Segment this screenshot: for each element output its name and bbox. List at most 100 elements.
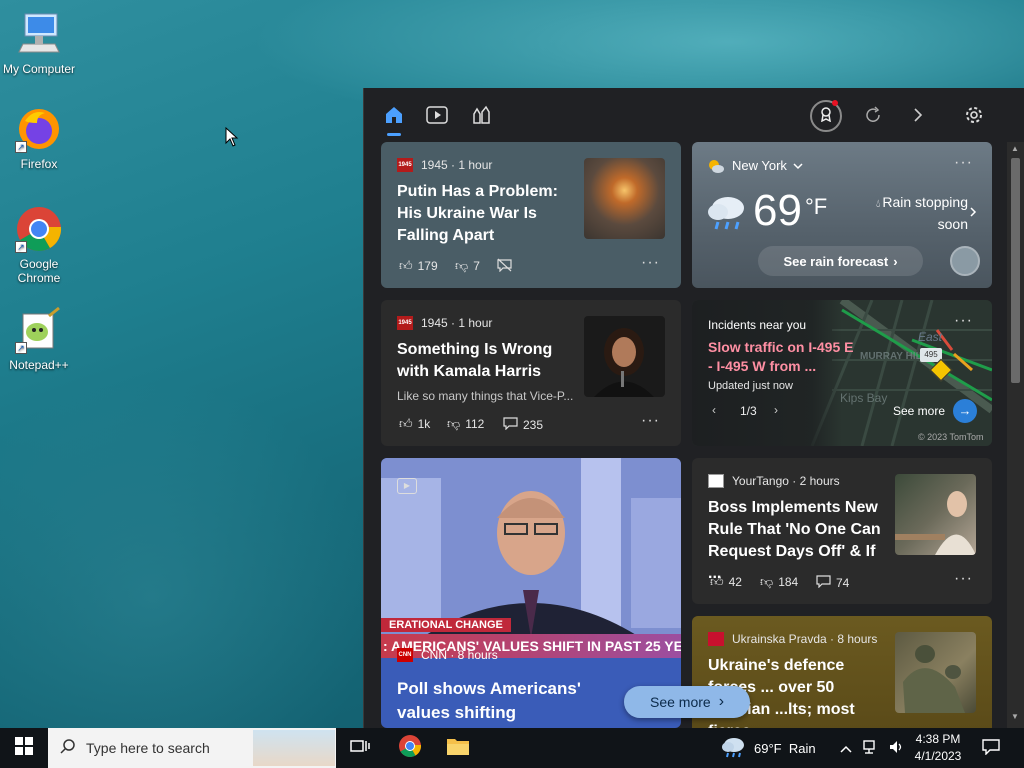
traffic-updated: Updated just now bbox=[708, 380, 793, 392]
refresh-icon bbox=[864, 105, 882, 129]
notifications-button[interactable] bbox=[982, 728, 1000, 768]
scrollbar-thumb[interactable] bbox=[1011, 158, 1020, 383]
like-button[interactable]: 👍︎ 42 bbox=[710, 574, 742, 590]
dislike-button[interactable]: 👎︎ 184 bbox=[760, 574, 798, 590]
news-card-putin[interactable]: 1945 1945 · 1 hour Putin Has a Problem: … bbox=[381, 142, 681, 288]
start-button[interactable] bbox=[0, 728, 48, 768]
news-card-yourtango[interactable]: YourTango · 2 hours Boss Implements New … bbox=[692, 458, 992, 604]
notification-dot bbox=[832, 100, 838, 106]
taskbar-weather[interactable]: 69°F Rain bbox=[720, 728, 816, 768]
next-button[interactable] bbox=[905, 104, 931, 130]
file-explorer-button[interactable] bbox=[434, 728, 482, 768]
firefox-icon: ↗ bbox=[15, 105, 63, 153]
desktop-icon-firefox[interactable]: ↗ Firefox bbox=[0, 105, 78, 171]
map-label: MURRAY HILL bbox=[860, 351, 928, 362]
comments-button[interactable]: 235 bbox=[503, 416, 543, 433]
weather-location-selector[interactable]: New York bbox=[708, 158, 803, 173]
dislike-count: 7 bbox=[473, 259, 480, 273]
news-headline[interactable]: Something Is Wrong with Kamala Harris bbox=[397, 339, 577, 383]
like-button[interactable]: 👍︎ 179 bbox=[399, 258, 438, 274]
news-source: Ukrainska Pravda · 8 hours bbox=[708, 632, 877, 646]
pager-next-button[interactable]: › bbox=[774, 403, 778, 417]
rain-cloud-icon bbox=[706, 194, 748, 237]
more-options-icon[interactable]: ··· bbox=[954, 570, 973, 588]
chevron-right-icon: › bbox=[718, 693, 725, 710]
news-headline[interactable]: Putin Has a Problem: His Ukraine War Is … bbox=[397, 181, 582, 247]
refresh-button[interactable] bbox=[860, 104, 886, 130]
desktop-icon-notepadpp[interactable]: ↗ Notepad++ bbox=[0, 306, 78, 372]
more-options-icon[interactable]: ··· bbox=[641, 412, 660, 430]
news-source: CNN CNN · 8 hours bbox=[397, 648, 498, 662]
wallpaper-shade bbox=[0, 380, 380, 740]
news-headline[interactable]: Boss Implements New Rule That 'No One Ca… bbox=[708, 497, 890, 585]
clock-date: 4/1/2023 bbox=[914, 749, 962, 763]
weather-condition: 💧︎ Rain stopping soon bbox=[864, 192, 968, 234]
traffic-card[interactable]: East MURRAY HILL Kips Bay 495 Incidents … bbox=[692, 300, 992, 446]
taskbar-search-box[interactable]: Type here to search bbox=[48, 728, 336, 768]
task-view-icon bbox=[350, 738, 370, 759]
volume-button[interactable] bbox=[888, 728, 904, 768]
dislike-button[interactable]: 👎︎ 7 bbox=[455, 258, 480, 274]
home-icon bbox=[384, 105, 404, 130]
comment-icon bbox=[816, 574, 831, 591]
comment-off-icon bbox=[497, 258, 512, 275]
source-label: YourTango · 2 hours bbox=[732, 474, 840, 488]
map-credit: © 2023 TomTom bbox=[918, 432, 984, 442]
news-source: YourTango · 2 hours bbox=[708, 474, 840, 488]
more-options-icon[interactable]: ··· bbox=[641, 254, 660, 272]
show-hidden-icons-button[interactable] bbox=[840, 728, 852, 768]
search-icon bbox=[60, 738, 76, 759]
chevron-right-icon: › bbox=[893, 253, 898, 269]
desktop-icon-my-computer[interactable]: My Computer bbox=[0, 10, 78, 76]
news-card-kamala[interactable]: 1945 1945 · 1 hour Something Is Wrong wi… bbox=[381, 300, 681, 446]
pager-prev-button[interactable]: ‹ bbox=[712, 403, 716, 417]
news-thumbnail bbox=[895, 474, 976, 555]
comment-count: 74 bbox=[836, 575, 850, 590]
taskbar: Type here to search 69°F Rain 4:38 PM 4/… bbox=[0, 728, 1024, 768]
news-headline[interactable]: Poll shows Americans' values shifting bbox=[397, 677, 637, 725]
chrome-taskbar-button[interactable] bbox=[386, 728, 434, 768]
weather-card[interactable]: New York ··· 69 °F 💧︎ Rain stopping soon … bbox=[692, 142, 992, 288]
source-logo: CNN bbox=[397, 648, 413, 662]
settings-button[interactable] bbox=[961, 104, 987, 130]
video-tab[interactable] bbox=[424, 104, 450, 130]
games-tab[interactable] bbox=[468, 104, 494, 130]
scroll-up-icon[interactable]: ▲ bbox=[1011, 144, 1019, 153]
map-label: Kips Bay bbox=[840, 391, 888, 405]
widgets-scrollbar[interactable]: ▲ ▼ bbox=[1007, 142, 1024, 728]
arrow-right-icon[interactable]: → bbox=[953, 399, 977, 423]
partly-cloudy-icon bbox=[708, 159, 724, 173]
dislike-button[interactable]: 👎︎ 112 bbox=[447, 416, 484, 432]
radar-thumbnail[interactable] bbox=[950, 246, 980, 276]
shortcut-arrow-icon: ↗ bbox=[15, 241, 27, 253]
see-more-label: See more bbox=[649, 694, 711, 710]
chevron-right-icon bbox=[912, 107, 924, 128]
rewards-button[interactable] bbox=[810, 100, 842, 132]
more-options-icon[interactable]: ··· bbox=[954, 154, 973, 172]
weather-location: New York bbox=[732, 158, 787, 173]
like-button[interactable]: 👍︎ 1k bbox=[399, 416, 430, 432]
pager-label: 1/3 bbox=[740, 404, 757, 418]
comments-disabled-button[interactable] bbox=[497, 258, 517, 275]
home-tab[interactable] bbox=[381, 104, 407, 136]
comment-icon bbox=[503, 416, 518, 433]
chevron-right-icon[interactable] bbox=[969, 205, 977, 223]
desktop-icon-chrome[interactable]: ↗ Google Chrome bbox=[0, 205, 78, 285]
network-button[interactable] bbox=[862, 728, 880, 768]
see-rain-forecast-button[interactable]: See rain forecast › bbox=[758, 246, 923, 276]
weather-unit: °F bbox=[805, 194, 828, 219]
task-view-button[interactable] bbox=[336, 728, 384, 768]
comments-button[interactable]: 74 bbox=[816, 574, 849, 591]
thumbs-down-icon: 👎︎ bbox=[455, 258, 469, 273]
forecast-link-label: See rain forecast bbox=[783, 253, 889, 269]
see-more-button[interactable]: See more › bbox=[624, 686, 750, 718]
clock[interactable]: 4:38 PM 4/1/2023 bbox=[910, 731, 966, 765]
scroll-down-icon[interactable]: ▼ bbox=[1011, 712, 1019, 721]
see-more-link[interactable]: See more bbox=[893, 404, 945, 418]
traffic-alert[interactable]: Slow traffic on I-495 E - I-495 W from .… bbox=[708, 338, 858, 376]
gear-icon bbox=[964, 105, 984, 130]
source-label: 1945 · 1 hour bbox=[421, 316, 493, 330]
source-label: Ukrainska Pravda · 8 hours bbox=[732, 632, 878, 646]
more-options-icon[interactable]: ··· bbox=[954, 312, 973, 330]
chevron-down-icon bbox=[793, 158, 803, 173]
